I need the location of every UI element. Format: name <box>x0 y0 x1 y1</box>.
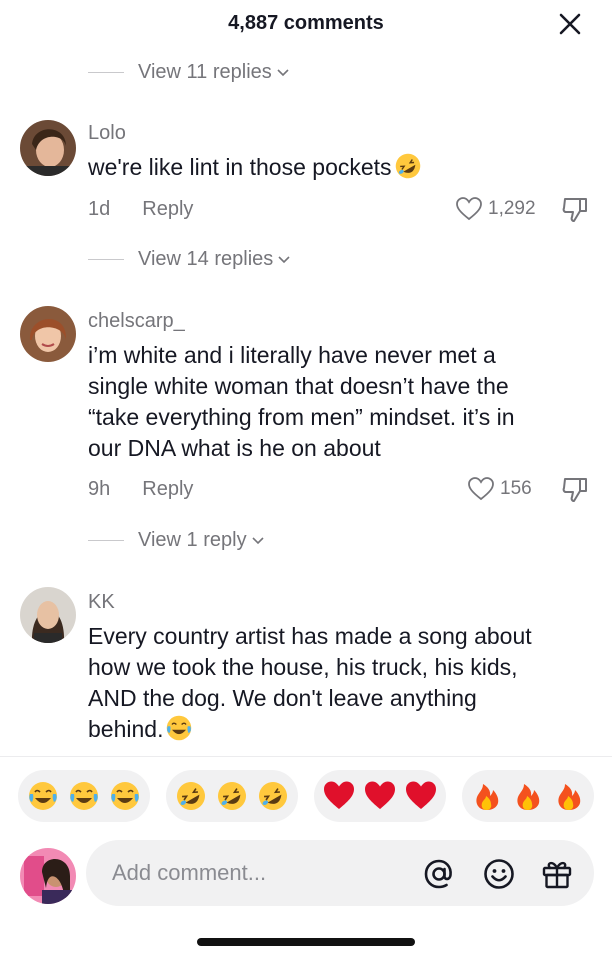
view-replies-label: View 11 replies <box>138 60 272 83</box>
comment-text: i’m white and i literally have never met… <box>88 340 588 464</box>
view-replies-button[interactable]: View 11 replies <box>88 59 290 85</box>
comment-text-line: AND the dog. We don't leave anything <box>88 685 477 711</box>
comment-text: we're like lint in those pockets <box>88 152 588 183</box>
comment-text-line: our DNA what is he on about <box>88 435 381 461</box>
like-button[interactable]: 1,292 <box>456 197 536 221</box>
avatar[interactable] <box>20 587 76 643</box>
gift-icon[interactable] <box>540 857 574 891</box>
comment-meta: 1d Reply <box>88 198 193 221</box>
comment-text-line: i’m white and i literally have never met… <box>88 342 496 368</box>
quick-reactions-bar <box>0 770 612 824</box>
comment-composer <box>0 840 612 906</box>
dislike-icon[interactable] <box>560 194 590 224</box>
composer-divider <box>0 756 612 757</box>
reaction-pill-fire[interactable] <box>462 770 594 822</box>
chevron-down-icon <box>252 537 264 545</box>
face-with-tears-of-joy-icon <box>111 782 139 810</box>
current-user-avatar[interactable] <box>20 848 76 904</box>
fire-icon <box>558 784 581 810</box>
rolling-on-floor-laughing-icon <box>218 782 246 810</box>
rolling-on-floor-laughing-icon <box>259 782 287 810</box>
view-replies-button[interactable]: View 14 replies <box>88 246 291 272</box>
comment-time: 1d <box>88 198 111 220</box>
face-with-tears-of-joy-icon <box>70 782 98 810</box>
comment-meta: 9h Reply <box>88 478 193 501</box>
comment-time: 9h <box>88 478 111 500</box>
chevron-down-icon <box>277 69 289 77</box>
comment-text: Every country artist has made a song abo… <box>88 621 588 745</box>
reply-button[interactable]: Reply <box>142 198 193 221</box>
view-replies-label: View 14 replies <box>138 247 274 270</box>
like-button[interactable]: 156 <box>468 477 532 501</box>
divider-line <box>88 258 124 260</box>
heart-outline-icon <box>456 197 482 221</box>
view-replies-button[interactable]: View 1 reply <box>88 527 265 553</box>
heart-outline-icon <box>468 477 494 501</box>
comments-count-title: 4,887 comments <box>228 12 384 34</box>
comment-input-box[interactable] <box>86 840 594 906</box>
view-replies-label: View 1 reply <box>138 528 247 551</box>
avatar[interactable] <box>20 120 76 176</box>
reaction-pill-rofl[interactable] <box>166 770 298 822</box>
divider-line <box>88 71 124 73</box>
reaction-pill-laugh[interactable] <box>18 770 150 822</box>
comment-text-line: how we took the house, his truck, his ki… <box>88 654 518 680</box>
comment-username[interactable]: KK <box>88 591 115 614</box>
rolling-on-floor-laughing-icon <box>177 782 205 810</box>
comment-text-line: behind. <box>88 714 588 745</box>
home-indicator[interactable] <box>197 938 415 946</box>
rolling-on-floor-laughing-icon <box>395 153 420 179</box>
divider-line <box>88 539 124 541</box>
comment-text-line: Every country artist has made a song abo… <box>88 623 532 649</box>
comments-header: 4,887 comments <box>0 0 612 48</box>
red-heart-icon <box>365 781 395 809</box>
red-heart-icon <box>406 781 436 809</box>
reaction-pill-heart[interactable] <box>314 770 446 822</box>
fire-icon <box>517 784 540 810</box>
avatar[interactable] <box>20 306 76 362</box>
close-icon[interactable] <box>556 10 584 38</box>
emoji-icon[interactable] <box>482 857 516 891</box>
dislike-icon[interactable] <box>560 474 590 504</box>
comment-input[interactable] <box>112 840 402 906</box>
comment-text-fragment: behind. <box>88 716 164 742</box>
comment-text-line: single white woman that doesn’t have the <box>88 373 509 399</box>
red-heart-icon <box>324 781 354 809</box>
comment-username[interactable]: chelscarp_ <box>88 310 185 333</box>
at-mention-icon[interactable] <box>422 857 456 891</box>
chevron-down-icon <box>278 256 290 264</box>
comment-text-line: we're like lint in those pockets <box>88 154 392 180</box>
comment-text-line: “take everything from men” mindset. it’s… <box>88 404 515 430</box>
comment-username[interactable]: Lolo <box>88 122 126 145</box>
fire-icon <box>476 784 499 810</box>
like-count: 156 <box>500 478 532 499</box>
reply-button[interactable]: Reply <box>142 478 193 501</box>
like-count: 1,292 <box>488 198 536 219</box>
face-with-tears-of-joy-icon <box>29 782 57 810</box>
face-with-tears-of-joy-icon <box>167 715 192 741</box>
